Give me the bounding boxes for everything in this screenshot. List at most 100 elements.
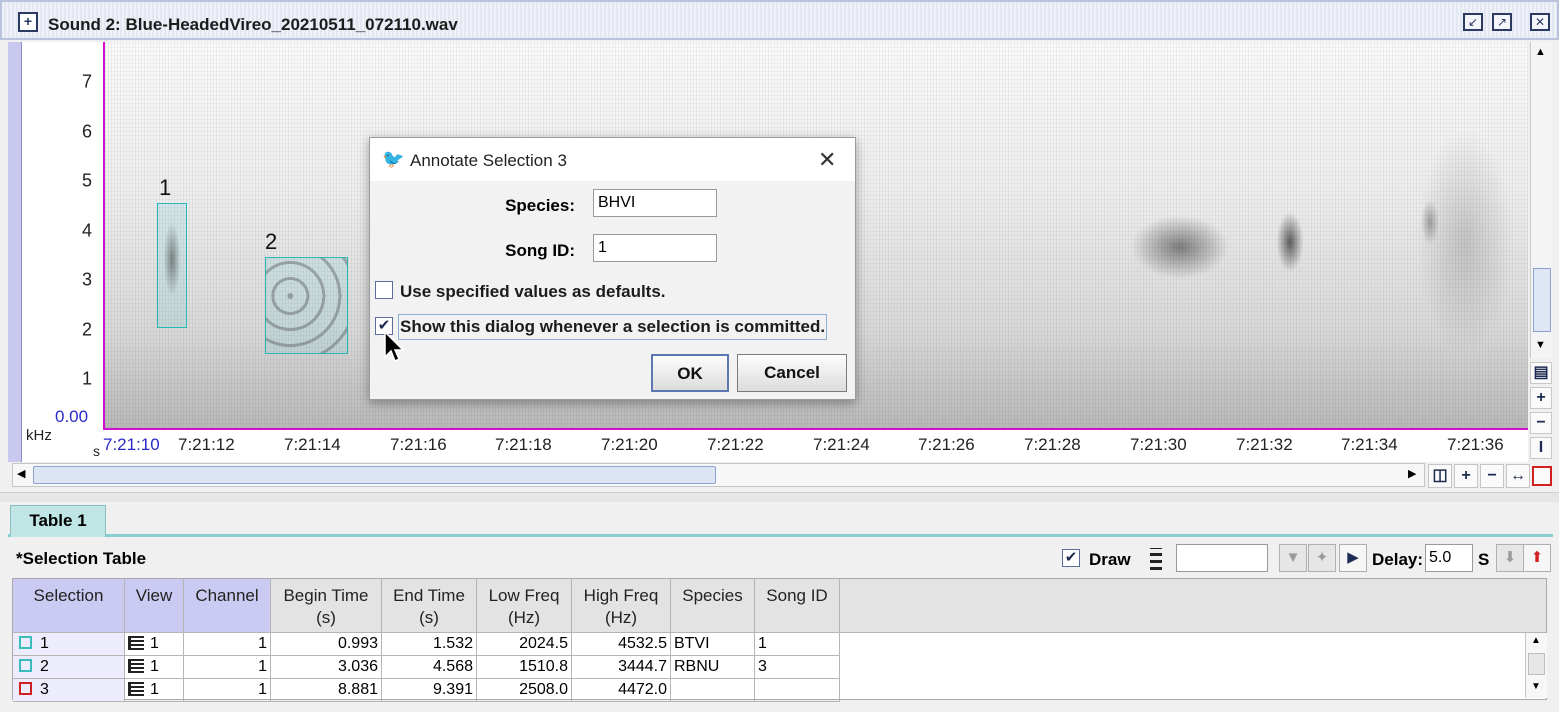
table-row[interactable]: 1 1 1 0.993 1.532 2024.5 4532.5 BTVI 1 — [13, 633, 840, 656]
column-header-high-freq[interactable]: High Freq (Hz) — [572, 579, 671, 633]
use-defaults-label: Use specified values as defaults. — [400, 282, 666, 301]
show-dialog-label: Show this dialog whenever a selection is… — [398, 314, 828, 340]
y-tick: 2 — [82, 319, 93, 340]
column-header-selection[interactable]: Selection — [13, 579, 125, 633]
close-window-icon[interactable]: ✕ — [1530, 13, 1550, 31]
spectrogram-view-icon — [128, 636, 144, 650]
song-id-input[interactable] — [593, 234, 717, 262]
column-header-song-id[interactable]: Song ID — [755, 579, 840, 633]
pane-divider[interactable] — [0, 492, 1559, 502]
horizontal-scrollbar[interactable]: ◀ ▶ — [12, 463, 1425, 487]
cell-song-id[interactable]: 1 — [755, 633, 840, 656]
mouse-cursor-icon — [384, 331, 405, 363]
dialog-header: 🐦 Annotate Selection 3 ✕ — [370, 138, 855, 181]
ok-button[interactable]: OK — [651, 354, 729, 392]
zoom-out-vertical-icon[interactable]: − — [1530, 412, 1552, 434]
y-unit-label: kHz — [26, 427, 52, 444]
x-tick: 7:21:18 — [495, 435, 552, 454]
column-header-species[interactable]: Species — [671, 579, 755, 633]
horizontal-scroll-thumb[interactable] — [33, 466, 716, 484]
x-tick: 7:21:16 — [390, 435, 447, 454]
cell-species[interactable] — [671, 679, 755, 702]
draw-filter-input[interactable] — [1176, 544, 1268, 572]
minimize-icon[interactable]: ↙ — [1463, 13, 1483, 31]
cell-end-time: 9.391 — [382, 679, 477, 702]
delay-input[interactable] — [1425, 544, 1473, 572]
x-tick: 7:21:32 — [1236, 435, 1293, 454]
vertical-scrollbar[interactable]: ▲ ▼ — [1530, 42, 1552, 358]
column-header-begin-time[interactable]: Begin Time (s) — [271, 579, 382, 633]
x-tick: 7:21:24 — [813, 435, 870, 454]
restore-icon[interactable]: ↗ — [1492, 13, 1512, 31]
table-scroll-up-icon[interactable]: ▲ — [1531, 635, 1541, 646]
selection-zoom-icon[interactable] — [1532, 466, 1552, 486]
cell-high-freq: 3444.7 — [572, 656, 671, 679]
column-header-low-freq[interactable]: Low Freq (Hz) — [477, 579, 572, 633]
tab-table-1[interactable]: Table 1 — [10, 505, 106, 537]
scroll-right-icon[interactable]: ▶ — [1408, 467, 1416, 480]
cancel-button[interactable]: Cancel — [737, 354, 847, 392]
cell-end-time: 1.532 — [382, 633, 477, 656]
vertical-range-icon[interactable]: I — [1530, 437, 1552, 459]
cell-low-freq: 2508.0 — [477, 679, 572, 702]
draw-label: Draw — [1089, 550, 1131, 569]
sound-window-icon: + — [18, 12, 38, 32]
window-title: Sound 2: Blue-HeadedVireo_20210511_07211… — [48, 15, 458, 34]
selection-table-title: *Selection Table — [16, 549, 147, 568]
dialog-close-icon[interactable]: ✕ — [818, 147, 836, 173]
table-vertical-scrollbar[interactable]: ▲ ▼ — [1525, 633, 1547, 698]
column-header-channel[interactable]: Channel — [184, 579, 271, 633]
vertical-scroll-thumb[interactable] — [1533, 268, 1551, 332]
table-row[interactable]: 2 1 1 3.036 4.568 1510.8 3444.7 RBNU 3 — [13, 656, 840, 679]
x-tick: 7:21:34 — [1341, 435, 1398, 454]
y-tick-zero: 0.00 — [55, 407, 89, 426]
selection-box-2[interactable] — [265, 257, 348, 354]
table-row[interactable]: 3 1 1 8.881 9.391 2508.0 4472.0 — [13, 679, 840, 702]
y-tick: 6 — [82, 121, 93, 142]
previous-selection-icon[interactable]: ▼ — [1279, 544, 1307, 572]
cell-begin-time: 3.036 — [271, 656, 382, 679]
y-tick: 1 — [82, 368, 93, 389]
scroll-up-icon[interactable]: ▲ — [1535, 46, 1546, 58]
fit-horizontal-icon[interactable]: ◫ — [1428, 464, 1452, 488]
scroll-left-icon[interactable]: ◀ — [17, 467, 25, 480]
draw-checkbox[interactable]: ✔ — [1062, 549, 1080, 567]
y-tick: 4 — [82, 220, 93, 241]
cell-song-id[interactable] — [755, 679, 840, 702]
cell-species[interactable]: BTVI — [671, 633, 755, 656]
zoom-in-vertical-icon[interactable]: + — [1530, 387, 1552, 409]
spectrogram-view-icon — [128, 682, 144, 696]
species-input[interactable] — [593, 189, 717, 217]
x-tick: 7:21:22 — [707, 435, 764, 454]
annotate-dialog: 🐦 Annotate Selection 3 ✕ Species: Song I… — [369, 137, 856, 400]
cell-species[interactable]: RBNU — [671, 656, 755, 679]
selection-table: Selection View Channel Begin Time (s) End… — [12, 578, 1547, 702]
selection-box-1[interactable] — [157, 203, 187, 328]
cell-end-time: 4.568 — [382, 656, 477, 679]
table-scroll-thumb[interactable] — [1528, 653, 1545, 675]
raven-bird-icon: 🐦 — [382, 149, 405, 169]
move-up-icon[interactable]: ⬆ — [1523, 544, 1551, 572]
cell-selection: 3 — [13, 679, 125, 702]
zoom-out-horizontal-icon[interactable]: − — [1480, 464, 1504, 488]
dialog-title: Annotate Selection 3 — [410, 151, 567, 170]
play-selection-icon[interactable]: ▶ — [1339, 544, 1367, 572]
column-header-view[interactable]: View — [125, 579, 184, 633]
scroll-down-icon[interactable]: ▼ — [1535, 339, 1546, 351]
column-grip-icon[interactable] — [1150, 548, 1162, 570]
move-down-icon[interactable]: ⬇ — [1496, 544, 1524, 572]
delay-label: Delay: — [1372, 550, 1424, 569]
use-defaults-checkbox[interactable] — [375, 281, 393, 299]
fit-vertical-icon[interactable]: ▤ — [1530, 362, 1552, 384]
species-label: Species: — [505, 196, 575, 215]
y-tick: 5 — [82, 170, 93, 191]
auto-play-icon[interactable]: ✦ — [1308, 544, 1336, 572]
cell-view: 1 — [125, 679, 184, 702]
selection-color-swatch — [19, 682, 32, 695]
cell-view: 1 — [125, 633, 184, 656]
column-header-end-time[interactable]: End Time (s) — [382, 579, 477, 633]
cell-song-id[interactable]: 3 — [755, 656, 840, 679]
zoom-in-horizontal-icon[interactable]: + — [1454, 464, 1478, 488]
table-scroll-down-icon[interactable]: ▼ — [1531, 681, 1541, 692]
horizontal-range-icon[interactable]: ↔ — [1506, 464, 1530, 488]
